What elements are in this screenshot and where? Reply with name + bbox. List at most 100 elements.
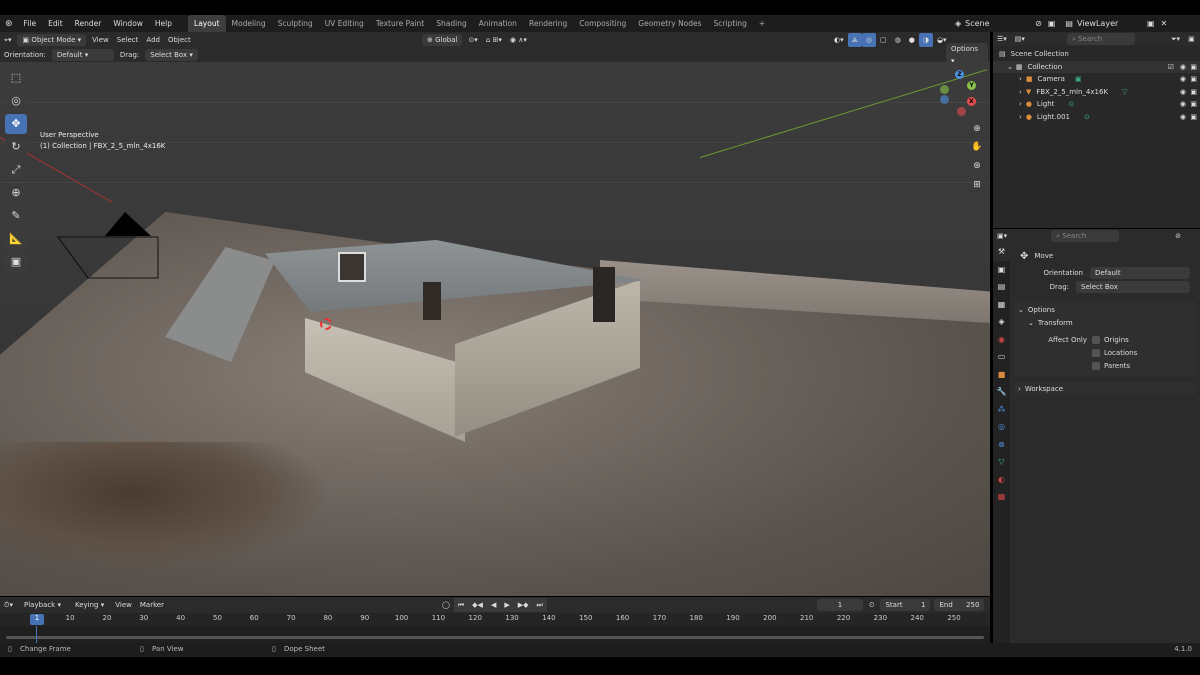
- gizmo-neg-x[interactable]: [957, 107, 966, 116]
- chevron-right-icon[interactable]: ›: [1019, 88, 1022, 96]
- add-workspace-icon[interactable]: +: [753, 15, 771, 32]
- new-collection-icon[interactable]: ▣: [1184, 32, 1199, 46]
- cursor-tool-icon[interactable]: ◎: [5, 91, 27, 111]
- view-layer-tab-icon[interactable]: ▦: [993, 296, 1010, 314]
- camera-view-icon[interactable]: ⊛: [970, 159, 984, 173]
- menu-marker[interactable]: Marker: [136, 598, 168, 612]
- navigation-gizmo[interactable]: Z Y X: [935, 67, 985, 117]
- parents-checkbox[interactable]: [1092, 361, 1100, 370]
- xray-icon[interactable]: ▢: [876, 33, 891, 47]
- tab-modeling[interactable]: Modeling: [226, 15, 272, 32]
- menu-select[interactable]: Select: [113, 33, 143, 47]
- filter-icon[interactable]: ⏷▾: [1167, 32, 1184, 46]
- workspace-panel-header[interactable]: › Workspace: [1014, 382, 1196, 395]
- remove-view-layer-icon[interactable]: ✕: [1161, 15, 1168, 32]
- tab-sculpting[interactable]: Sculpting: [272, 15, 319, 32]
- gizmo-x[interactable]: X: [967, 97, 976, 106]
- view-layer-selector[interactable]: ViewLayer: [1077, 15, 1147, 32]
- record-icon[interactable]: ◯: [438, 598, 454, 612]
- object-tab-icon[interactable]: ■: [993, 366, 1010, 384]
- gizmo-toggle-icon[interactable]: ⟁: [847, 32, 862, 47]
- scene-tab-icon[interactable]: ◈: [993, 313, 1010, 331]
- chevron-right-icon[interactable]: ›: [1019, 113, 1022, 121]
- overlay-toggle-icon[interactable]: ◎: [861, 32, 876, 47]
- mode-selector[interactable]: ▣ Object Mode ▾: [17, 33, 87, 46]
- 3d-cursor-icon[interactable]: [320, 318, 332, 330]
- new-scene-icon[interactable]: ▣: [1048, 15, 1056, 32]
- orientation-dropdown[interactable]: Default: [1090, 266, 1190, 279]
- timeline-body[interactable]: [0, 626, 990, 643]
- menu-edit[interactable]: Edit: [42, 15, 69, 32]
- outliner-editor-icon[interactable]: ☰▾: [993, 32, 1011, 46]
- annotate-tool-icon[interactable]: ✎: [5, 206, 27, 226]
- outliner-row[interactable]: › ● Light ⊙ ◉ ▣: [993, 98, 1200, 111]
- scene-icon[interactable]: ◈: [955, 15, 961, 32]
- render-icon[interactable]: ▣: [1190, 100, 1197, 108]
- drag-selector[interactable]: Select Box ▾: [145, 48, 198, 61]
- scale-tool-icon[interactable]: ⤢: [5, 160, 27, 180]
- physics-tab-icon[interactable]: ◎: [993, 418, 1010, 436]
- stopwatch-icon[interactable]: ⏲: [865, 598, 878, 612]
- menu-render[interactable]: Render: [69, 15, 108, 32]
- transform-orientation-selector[interactable]: ⊕ Global: [422, 33, 463, 46]
- tab-geometry-nodes[interactable]: Geometry Nodes: [632, 15, 707, 32]
- select-box-icon[interactable]: ⬚: [5, 68, 27, 88]
- collection-tab-icon[interactable]: ▭: [993, 348, 1010, 366]
- eye-icon[interactable]: ◉: [1180, 63, 1186, 71]
- outliner-search[interactable]: ⌕ Search: [1066, 33, 1135, 45]
- jump-end-icon[interactable]: ⏭: [532, 598, 547, 612]
- gizmo-y[interactable]: Y: [967, 81, 976, 90]
- eye-icon[interactable]: ◉: [1180, 113, 1186, 121]
- particles-tab-icon[interactable]: ⁂: [993, 401, 1010, 419]
- transform-subpanel-header[interactable]: ⌄ Transform: [1014, 316, 1196, 329]
- locations-checkbox[interactable]: [1092, 348, 1100, 357]
- modifier-tab-icon[interactable]: 🔧: [993, 383, 1010, 401]
- material-tab-icon[interactable]: ◐: [993, 471, 1010, 489]
- proportional-edit-icon[interactable]: ◉ ∧▾: [506, 33, 531, 47]
- menu-window[interactable]: Window: [107, 15, 149, 32]
- rotate-tool-icon[interactable]: ↻: [5, 137, 27, 157]
- light-data-icon[interactable]: ⊙: [1068, 100, 1074, 108]
- jump-start-icon[interactable]: ⏮: [453, 598, 469, 612]
- pin-icon[interactable]: ⊘: [1171, 229, 1185, 243]
- shading-wireframe-icon[interactable]: ◍: [891, 33, 905, 47]
- menu-file[interactable]: File: [18, 15, 43, 32]
- gizmo-neg-y[interactable]: [940, 85, 949, 94]
- tab-compositing[interactable]: Compositing: [573, 15, 632, 32]
- mesh-data-icon[interactable]: ▽: [1122, 88, 1127, 96]
- gizmo-neg-z[interactable]: [940, 95, 949, 104]
- menu-object[interactable]: Object: [164, 33, 195, 47]
- pivot-icon[interactable]: ⊙▾: [464, 33, 481, 47]
- tab-texture-paint[interactable]: Texture Paint: [370, 15, 430, 32]
- shading-material-icon[interactable]: ◑: [918, 32, 933, 47]
- blender-logo-icon[interactable]: ⊛: [0, 19, 18, 29]
- outliner-row[interactable]: › ● Light.001 ⊙ ◉ ▣: [993, 111, 1200, 124]
- menu-add[interactable]: Add: [142, 33, 164, 47]
- data-tab-icon[interactable]: ▽: [993, 453, 1010, 471]
- play-reverse-icon[interactable]: ◀: [486, 598, 501, 612]
- outliner-row[interactable]: › ■ Camera ▣ ◉ ▣: [993, 73, 1200, 86]
- constraints-tab-icon[interactable]: ⊗: [993, 436, 1010, 454]
- chevron-right-icon[interactable]: ›: [1019, 75, 1022, 83]
- outliner-row[interactable]: ▤ Scene Collection: [993, 48, 1200, 61]
- render-icon[interactable]: ▣: [1190, 63, 1197, 71]
- menu-view[interactable]: View: [88, 33, 113, 47]
- texture-tab-icon[interactable]: ▦: [993, 488, 1010, 506]
- properties-editor-icon[interactable]: ▣▾: [993, 229, 1011, 243]
- options-panel-header[interactable]: ⌄ Options: [1014, 303, 1196, 316]
- render-icon[interactable]: ▣: [1190, 113, 1197, 121]
- add-cube-tool-icon[interactable]: ▣: [5, 252, 27, 272]
- outliner-row[interactable]: ⌄ ▦ Collection ☑ ◉ ▣: [993, 60, 1200, 73]
- camera-data-icon[interactable]: ▣: [1075, 75, 1082, 83]
- tab-rendering[interactable]: Rendering: [523, 15, 573, 32]
- snap-icon[interactable]: ⌂ ⊞▾: [482, 33, 506, 47]
- scene-selector[interactable]: Scene: [965, 15, 1035, 32]
- playback-menu[interactable]: Playback ▾: [19, 599, 66, 611]
- transform-tool-icon[interactable]: ⊕: [5, 183, 27, 203]
- output-tab-icon[interactable]: ▤: [993, 278, 1010, 296]
- tool-tab-icon[interactable]: ⚒: [993, 243, 1010, 261]
- orientation-selector[interactable]: Default ▾: [51, 48, 114, 61]
- move-tool-icon[interactable]: ✥: [5, 114, 27, 134]
- eye-icon[interactable]: ◉: [1180, 88, 1186, 96]
- start-frame-field[interactable]: Start 1: [880, 599, 931, 611]
